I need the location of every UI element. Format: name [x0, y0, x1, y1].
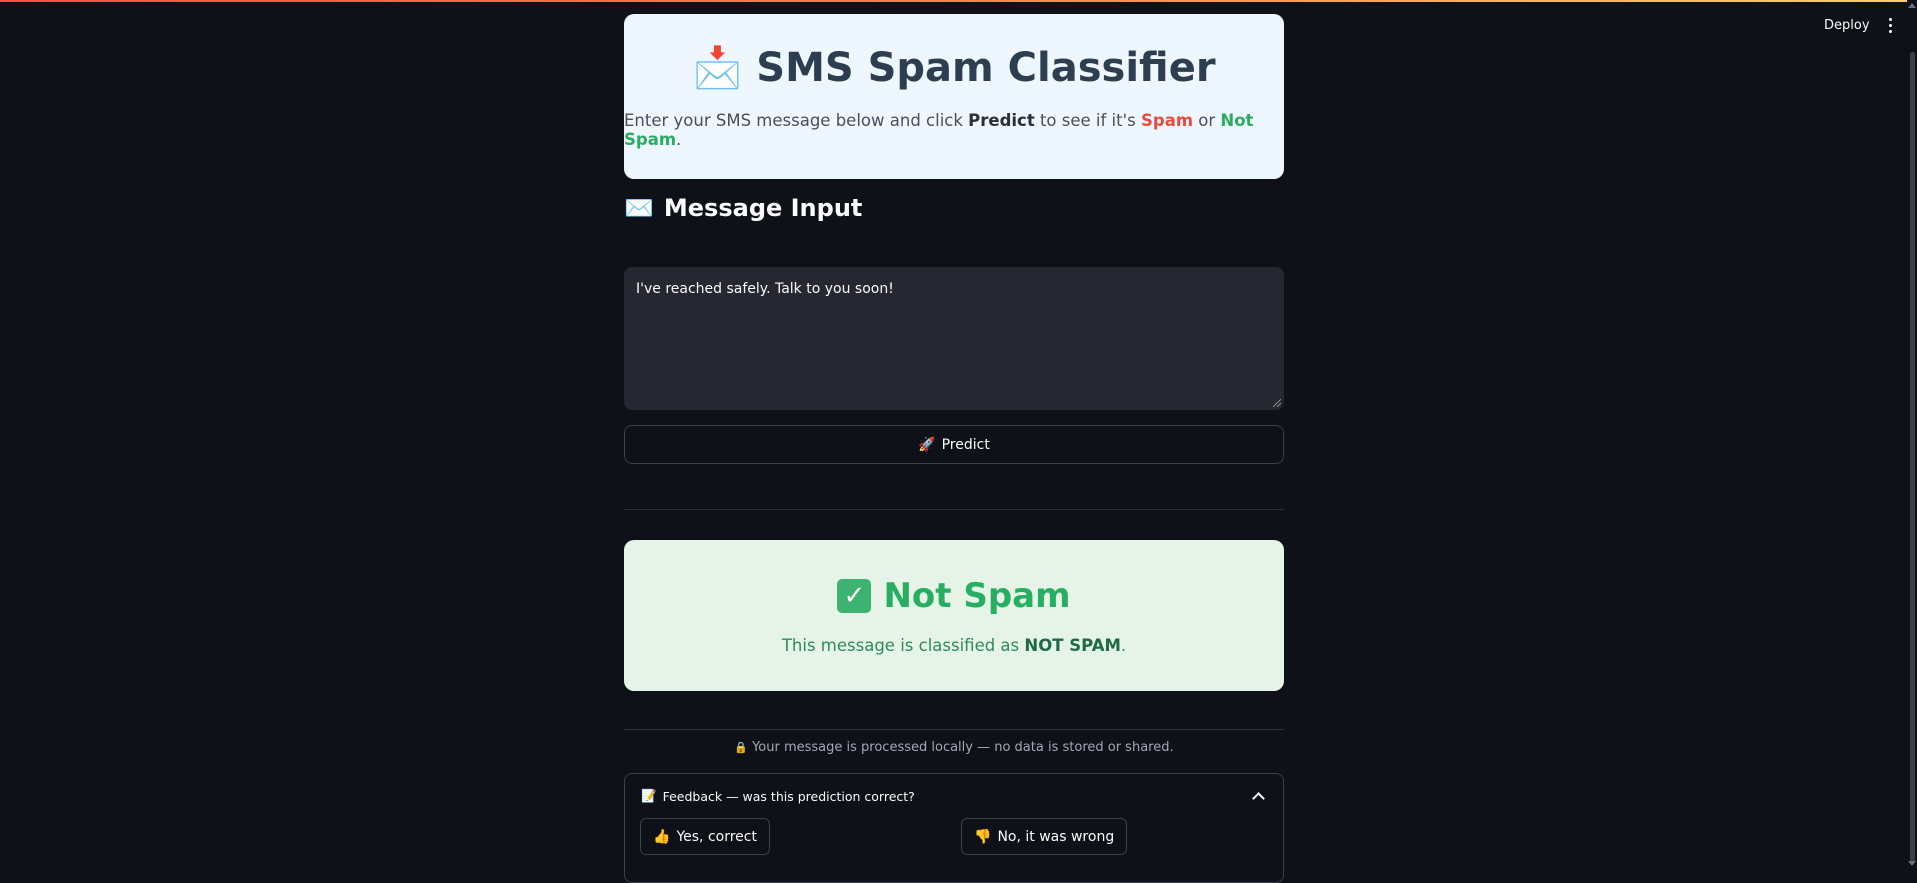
scroll-up-arrow-icon[interactable]	[1908, 3, 1916, 8]
subtitle-or: or	[1193, 111, 1221, 130]
envelope-icon: ✉️	[624, 194, 654, 222]
scroll-down-arrow-icon[interactable]	[1908, 861, 1916, 866]
subtitle-middle: to see if it's	[1034, 111, 1141, 130]
predict-button[interactable]: 🚀 Predict	[624, 425, 1284, 464]
divider	[624, 509, 1284, 510]
message-text: I've reached safely. Talk to you soon!	[636, 281, 894, 297]
subtitle-predict-word: Predict	[968, 111, 1035, 130]
subtitle-end: .	[676, 130, 682, 149]
chevron-up-icon[interactable]	[1252, 791, 1265, 805]
divider	[624, 729, 1284, 730]
page-title: 📩 SMS Spam Classifier	[692, 44, 1216, 92]
page-subtitle: Enter your SMS message below and click P…	[624, 111, 1284, 149]
hero-banner: 📩 SMS Spam Classifier Enter your SMS mes…	[624, 14, 1284, 179]
feedback-no-label: No, it was wrong	[997, 828, 1115, 845]
main-menu-icon[interactable]	[1886, 18, 1894, 36]
memo-icon: 📝	[641, 788, 657, 803]
scrollbar-thumb[interactable]	[1910, 52, 1915, 862]
feedback-expander: 📝 Feedback — was this prediction correct…	[624, 773, 1284, 883]
result-title: ✓ Not Spam	[837, 576, 1071, 616]
incoming-envelope-icon: 📩	[692, 45, 743, 91]
message-input-title: Message Input	[663, 194, 863, 222]
result-text-intro: This message is classified as	[781, 636, 1025, 655]
check-mark-icon: ✓	[837, 579, 872, 613]
result-description: This message is classified as NOT SPAM.	[782, 636, 1126, 655]
feedback-yes-button[interactable]: 👍 Yes, correct	[640, 818, 770, 855]
privacy-note: 🔒 Your message is processed locally — no…	[624, 740, 1284, 755]
thumbs-up-icon: 👍	[653, 828, 671, 845]
result-text-end: .	[1120, 636, 1127, 655]
thumbs-down-icon: 👎	[974, 828, 992, 845]
feedback-no-button[interactable]: 👎 No, it was wrong	[961, 818, 1128, 855]
message-input-heading: ✉️ Message Input	[624, 191, 1284, 225]
rocket-icon: 🚀	[918, 436, 936, 453]
message-textarea[interactable]: I've reached safely. Talk to you soon!	[624, 267, 1284, 410]
resize-handle-icon[interactable]	[1273, 399, 1281, 407]
result-title-text: Not Spam	[883, 576, 1071, 616]
lock-icon: 🔒	[734, 741, 749, 754]
result-card: ✓ Not Spam This message is classified as…	[624, 540, 1284, 691]
main-content: 📩 SMS Spam Classifier Enter your SMS mes…	[624, 14, 1284, 883]
feedback-title: Feedback — was this prediction correct?	[662, 788, 915, 804]
feedback-yes-label: Yes, correct	[676, 828, 757, 845]
result-label: NOT SPAM	[1024, 636, 1121, 655]
subtitle-spam-word: Spam	[1141, 111, 1194, 130]
feedback-expander-header[interactable]: 📝 Feedback — was this prediction correct…	[641, 786, 1267, 806]
top-progress-bar	[0, 0, 1917, 2]
privacy-text: Your message is processed locally — no d…	[752, 740, 1174, 755]
deploy-button[interactable]: Deploy	[1824, 18, 1870, 33]
predict-button-label: Predict	[941, 436, 990, 453]
subtitle-intro: Enter your SMS message below and click	[624, 111, 969, 130]
page-title-text: SMS Spam Classifier	[756, 44, 1216, 91]
